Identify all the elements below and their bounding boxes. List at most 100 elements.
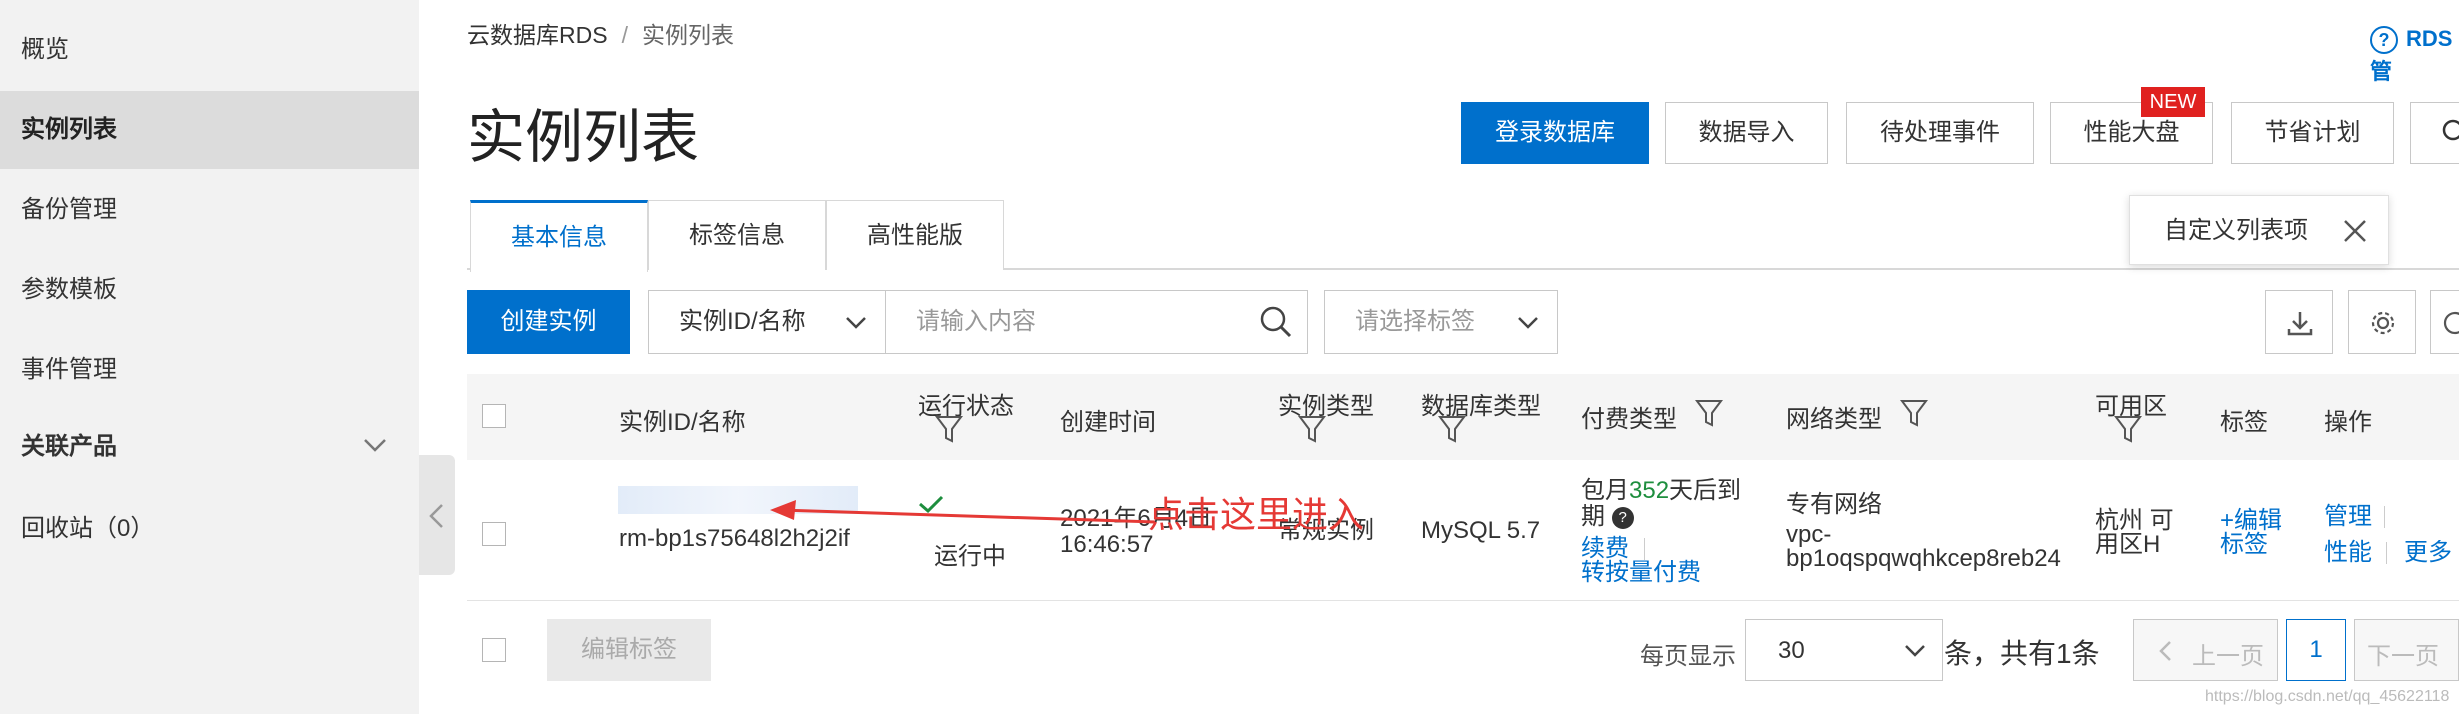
sidebar-item-param-templates[interactable]: 参数模板 (0, 251, 419, 329)
chevron-down-icon (1905, 645, 1925, 657)
divider (2384, 506, 2385, 528)
tag-placeholder: 请选择标签 (1355, 308, 1475, 335)
breadcrumb-current: 实例列表 (641, 22, 734, 48)
download-icon (2287, 312, 2313, 336)
filter-icon[interactable] (935, 414, 963, 444)
billing-line2: 期 ? (1581, 504, 1634, 530)
next-page-button[interactable]: 下一页 (2354, 619, 2459, 681)
new-badge: NEW (2141, 87, 2205, 117)
chevron-down-icon[interactable] (360, 430, 390, 460)
tab-high-performance[interactable]: 高性能版 (826, 200, 1004, 270)
status-text: 运行中 (934, 543, 1006, 570)
sidebar-item-instances[interactable]: 实例列表 (0, 91, 419, 169)
search-type-select[interactable]: 实例ID/名称 (648, 290, 886, 354)
sidebar-item-backup[interactable]: 备份管理 (0, 171, 419, 249)
annotation-text: 点击这里进入 (1148, 494, 1365, 535)
breadcrumb-root[interactable]: 云数据库RDS (467, 22, 608, 48)
row-divider (467, 600, 2459, 601)
filter-icon[interactable] (1298, 414, 1326, 444)
search-type-value: 实例ID/名称 (679, 308, 806, 335)
zone-line2: 用区H (2095, 531, 2161, 558)
search-input[interactable]: 请输入内容 (885, 290, 1308, 354)
refresh-icon (2443, 311, 2459, 335)
edit-tags-link-line2[interactable]: 标签 (2220, 532, 2268, 558)
per-page-value: 30 (1778, 637, 1805, 664)
billing-expiry-label: 期 (1581, 503, 1605, 530)
network-vpc-id: bp1oqspqwqhkcep8reb24 (1786, 545, 2061, 572)
tab-tag-info[interactable]: 标签信息 (648, 200, 826, 270)
billing-suffix: 天后到 (1669, 477, 1742, 504)
divider (2386, 542, 2387, 564)
search-button[interactable] (2410, 102, 2459, 164)
breadcrumb-separator: / (621, 22, 628, 48)
convert-pay-as-you-go-link[interactable]: 转按量付费 (1581, 560, 1701, 586)
sidebar-collapse-handle[interactable] (419, 455, 455, 575)
footer-select-all-checkbox[interactable] (482, 638, 506, 662)
per-page-select[interactable]: 30 (1745, 619, 1943, 681)
header-status: 运行状态 (918, 393, 1014, 420)
prev-page-label: 上一页 (2192, 643, 2264, 670)
sidebar-item-recycle-bin[interactable]: 回收站（0） (0, 490, 419, 568)
performance-link[interactable]: 性能 (2324, 540, 2372, 566)
login-database-button[interactable]: 登录数据库 (1461, 102, 1649, 164)
manage-link[interactable]: 管理 (2324, 504, 2372, 530)
search-placeholder: 请输入内容 (916, 308, 1036, 335)
tab-basic-info[interactable]: 基本信息 (470, 200, 648, 272)
db-type: MySQL 5.7 (1421, 517, 1541, 544)
chevron-left-icon (429, 504, 443, 528)
header-network-type: 网络类型 (1786, 406, 1882, 433)
question-icon: ? (2370, 26, 2398, 55)
question-icon[interactable]: ? (1611, 506, 1634, 529)
billing-info: 包月352天后到 (1581, 478, 1741, 504)
watermark: https://blog.csdn.net/qq_45622118 (2205, 688, 2450, 705)
header-actions: 操作 (2324, 409, 2372, 436)
refresh-button[interactable] (2430, 290, 2459, 354)
sidebar: 概览 实例列表 备份管理 参数模板 事件管理 关联产品 回收站（0） (0, 0, 419, 714)
header-instance-type: 实例类型 (1278, 393, 1374, 420)
annotation-arrow (770, 500, 1156, 524)
filter-icon[interactable] (1900, 398, 1928, 428)
network-type: 专有网络 (1786, 491, 1882, 518)
more-link[interactable]: 更多 (2404, 540, 2454, 566)
download-button[interactable] (2265, 290, 2333, 354)
breadcrumb: 云数据库RDS / 实例列表 (467, 16, 734, 50)
popover-label: 自定义列表项 (2164, 217, 2308, 244)
billing-prefix: 包月 (1581, 477, 1629, 504)
prev-page-button[interactable]: 上一页 (2133, 619, 2278, 681)
filter-icon[interactable] (1695, 398, 1723, 428)
data-import-button[interactable]: 数据导入 (1665, 102, 1828, 164)
search-icon (2442, 119, 2459, 141)
next-page-label: 下一页 (2367, 643, 2439, 670)
page-title: 实例列表 (467, 105, 700, 170)
total-count: 条，共有1条 (1944, 638, 2100, 669)
sidebar-item-related-products[interactable]: 关联产品 (0, 408, 419, 486)
select-all-checkbox[interactable] (482, 404, 506, 428)
gear-icon (2371, 311, 2395, 335)
create-instance-button[interactable]: 创建实例 (467, 290, 630, 354)
sidebar-item-events[interactable]: 事件管理 (0, 331, 419, 409)
chevron-left-icon (2159, 641, 2171, 661)
header-instance-id: 实例ID/名称 (619, 409, 746, 436)
filter-icon[interactable] (2114, 414, 2142, 444)
divider (1644, 538, 1645, 560)
search-icon[interactable] (1259, 305, 1293, 339)
page-number-button[interactable]: 1 (2286, 619, 2346, 681)
help-link[interactable]: ? RDS管 (2370, 26, 2459, 86)
settings-button[interactable] (2348, 290, 2416, 354)
billing-days: 352 (1629, 477, 1670, 504)
header-billing-type: 付费类型 (1581, 406, 1677, 433)
row-checkbox[interactable] (482, 522, 506, 546)
customize-columns-popover: 自定义列表项 (2129, 195, 2389, 265)
filter-icon[interactable] (1438, 414, 1466, 444)
edit-tags-button[interactable]: 编辑标签 (547, 619, 711, 681)
per-page-label: 每页显示 (1640, 643, 1736, 670)
sidebar-item-overview[interactable]: 概览 (0, 11, 419, 89)
tag-select[interactable]: 请选择标签 (1324, 290, 1558, 354)
savings-plan-button[interactable]: 节省计划 (2231, 102, 2394, 164)
pending-events-button[interactable]: 待处理事件 (1846, 102, 2034, 164)
chevron-down-icon (1518, 317, 1538, 329)
header-tags: 标签 (2220, 409, 2268, 436)
chevron-down-icon (846, 317, 866, 329)
header-created-time: 创建时间 (1060, 409, 1156, 436)
close-icon[interactable] (2342, 218, 2368, 244)
